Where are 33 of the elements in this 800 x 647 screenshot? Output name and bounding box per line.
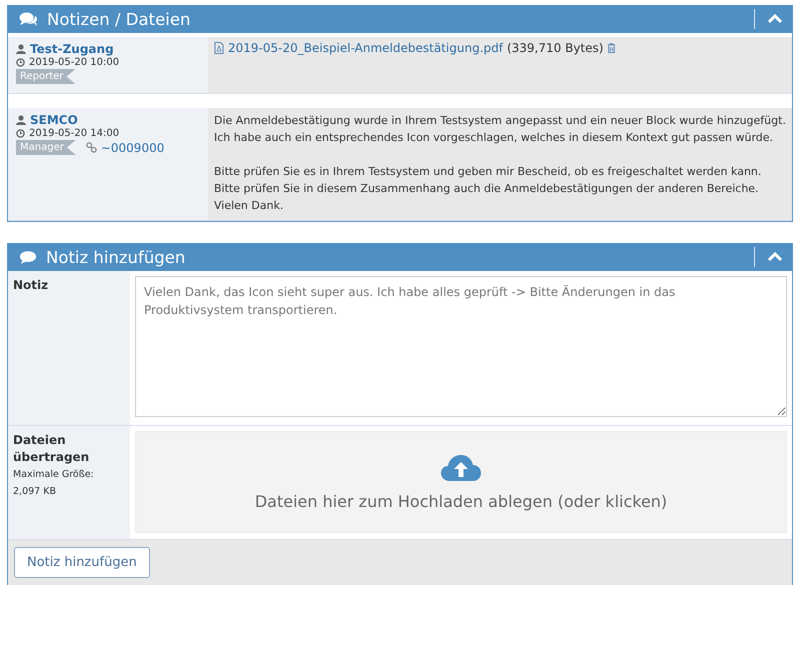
- dropzone-text: Dateien hier zum Hochladen ablegen (oder klicken): [254, 492, 668, 510]
- max-size-value: 2,097 KB: [13, 485, 57, 499]
- note-time: 2019-05-20 10:00: [29, 57, 120, 68]
- pdf-file-icon: [214, 42, 224, 54]
- user-icon: [16, 44, 26, 54]
- user-icon: [16, 115, 26, 125]
- author-link[interactable]: SEMCO: [30, 113, 78, 127]
- issue-link[interactable]: ~0009000: [100, 140, 164, 154]
- trash-icon[interactable]: [607, 43, 616, 53]
- panel-title: Notiz hinzufügen: [46, 248, 186, 266]
- max-size-label: Maximale Größe:: [13, 468, 95, 482]
- chevron-icon: [768, 252, 782, 262]
- panel-title: Notizen / Dateien: [47, 10, 192, 28]
- note-label: Notiz: [13, 277, 50, 294]
- note-time: 2019-05-20 14:00: [29, 128, 120, 139]
- add-note-button[interactable]: Notiz hinzufügen: [14, 547, 150, 578]
- author-link[interactable]: Test-Zugang: [30, 42, 114, 56]
- chat-bubbles-icon: [19, 12, 38, 26]
- clock-icon: [16, 129, 25, 138]
- cloud-upload-icon: [441, 454, 481, 482]
- role-tag: Manager: [16, 140, 76, 155]
- upload-dropzone[interactable]: Dateien hier zum Hochladen ablegen (oder klicken): [135, 431, 787, 533]
- link-icon: [86, 142, 97, 153]
- role-tag: Reporter: [16, 69, 76, 84]
- chat-bubble-icon: [19, 250, 37, 264]
- file-size: (339,710 Bytes): [506, 41, 604, 55]
- files-label: Dateien übertragen: [13, 432, 90, 466]
- note-paragraph: Die Anmeldebestätigung wurde in Ihrem Testsystem angepasst und ein neuer Block wurde hinzugefügt. Ich habe auch ein entsprechendes Icon vorgeschlagen, welches in diesem Kontext gut passen würde.: [214, 113, 786, 146]
- note-paragraph: Bitte prüfen Sie es in Ihrem Testsystem und geben mir Bescheid, ob es freigeschaltet werden kann. Bitte prüfen Sie in diesem Zusammenhang auch die Anmeldebestätigungen der anderen Bereiche. Vielen Dank.: [214, 164, 762, 214]
- chevron-icon: [768, 14, 782, 24]
- file-link[interactable]: 2019-05-20_Beispiel-Anmeldebestätigung.pdf: [228, 41, 503, 55]
- note-input-field[interactable]: Vielen Dank, das Icon sieht super aus. Ich habe alles geprüft -> Bitte Änderungen in das Produktivsystem transportieren.: [135, 276, 787, 417]
- clock-icon: [16, 58, 25, 67]
